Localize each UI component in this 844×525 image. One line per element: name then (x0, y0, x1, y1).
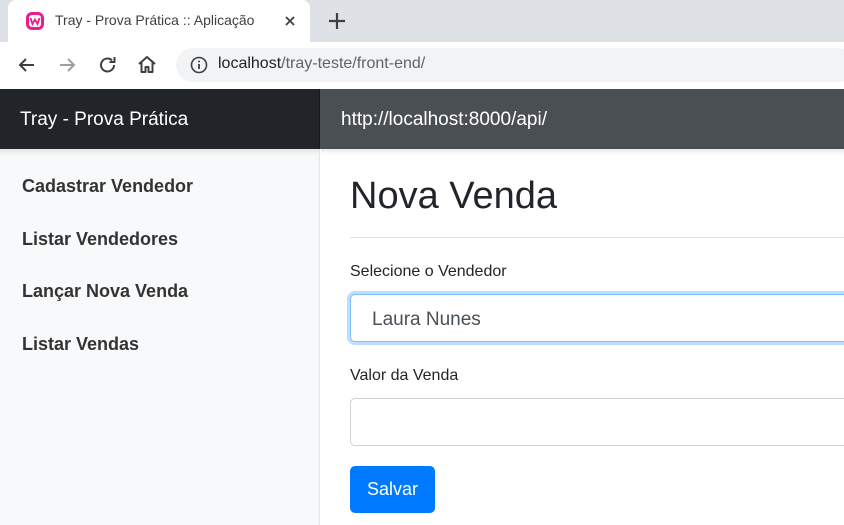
sidebar-item-listar-vendas[interactable]: Listar Vendas (22, 334, 139, 355)
tab-title: Tray - Prova Prática :: Aplicação (55, 12, 255, 28)
info-icon[interactable] (190, 56, 208, 74)
plus-icon[interactable] (324, 8, 350, 34)
save-button[interactable]: Salvar (350, 466, 435, 513)
divider (350, 237, 844, 238)
address-bar[interactable]: localhost/tray-teste/front-end/ (176, 48, 844, 82)
sidebar: Cadastrar Vendedor Listar Vendedores Lan… (0, 149, 320, 525)
url-path: /tray-teste/front-end/ (281, 55, 426, 72)
api-url-text: http://localhost:8000/api/ (341, 109, 547, 130)
address-url: localhost/tray-teste/front-end/ (218, 55, 425, 73)
seller-select-value: Laura Nunes (372, 309, 481, 330)
close-icon[interactable] (280, 11, 300, 31)
forward-arrow-icon[interactable] (54, 52, 80, 78)
amount-input[interactable] (350, 398, 844, 446)
seller-label: Selecione o Vendedor (350, 263, 507, 280)
sidebar-item-cadastrar-vendedor[interactable]: Cadastrar Vendedor (22, 176, 193, 197)
seller-select[interactable]: Laura Nunes (350, 294, 844, 342)
browser-tab[interactable]: Tray - Prova Prática :: Aplicação (8, 0, 310, 42)
brand-label: Tray - Prova Prática (20, 109, 189, 130)
home-icon[interactable] (134, 52, 160, 78)
page-title: Nova Venda (350, 175, 558, 217)
browser-toolbar: localhost/tray-teste/front-end/ (0, 42, 844, 89)
navbar-brand[interactable]: Tray - Prova Prática (0, 89, 320, 149)
reload-icon[interactable] (95, 52, 121, 78)
amount-label: Valor da Venda (350, 367, 459, 384)
sidebar-item-lancar-nova-venda[interactable]: Lançar Nova Venda (22, 281, 188, 302)
browser-tab-strip: Tray - Prova Prática :: Aplicação (0, 0, 844, 42)
wampserver-icon (25, 11, 45, 31)
sidebar-item-listar-vendedores[interactable]: Listar Vendedores (22, 229, 178, 250)
app-navbar: Tray - Prova Prática http://localhost:80… (0, 89, 844, 149)
back-arrow-icon[interactable] (14, 52, 40, 78)
url-host: localhost (218, 55, 282, 72)
main-content: Nova Venda Selecione o Vendedor Laura Nu… (321, 149, 844, 525)
api-url-bar: http://localhost:8000/api/ (320, 89, 844, 149)
